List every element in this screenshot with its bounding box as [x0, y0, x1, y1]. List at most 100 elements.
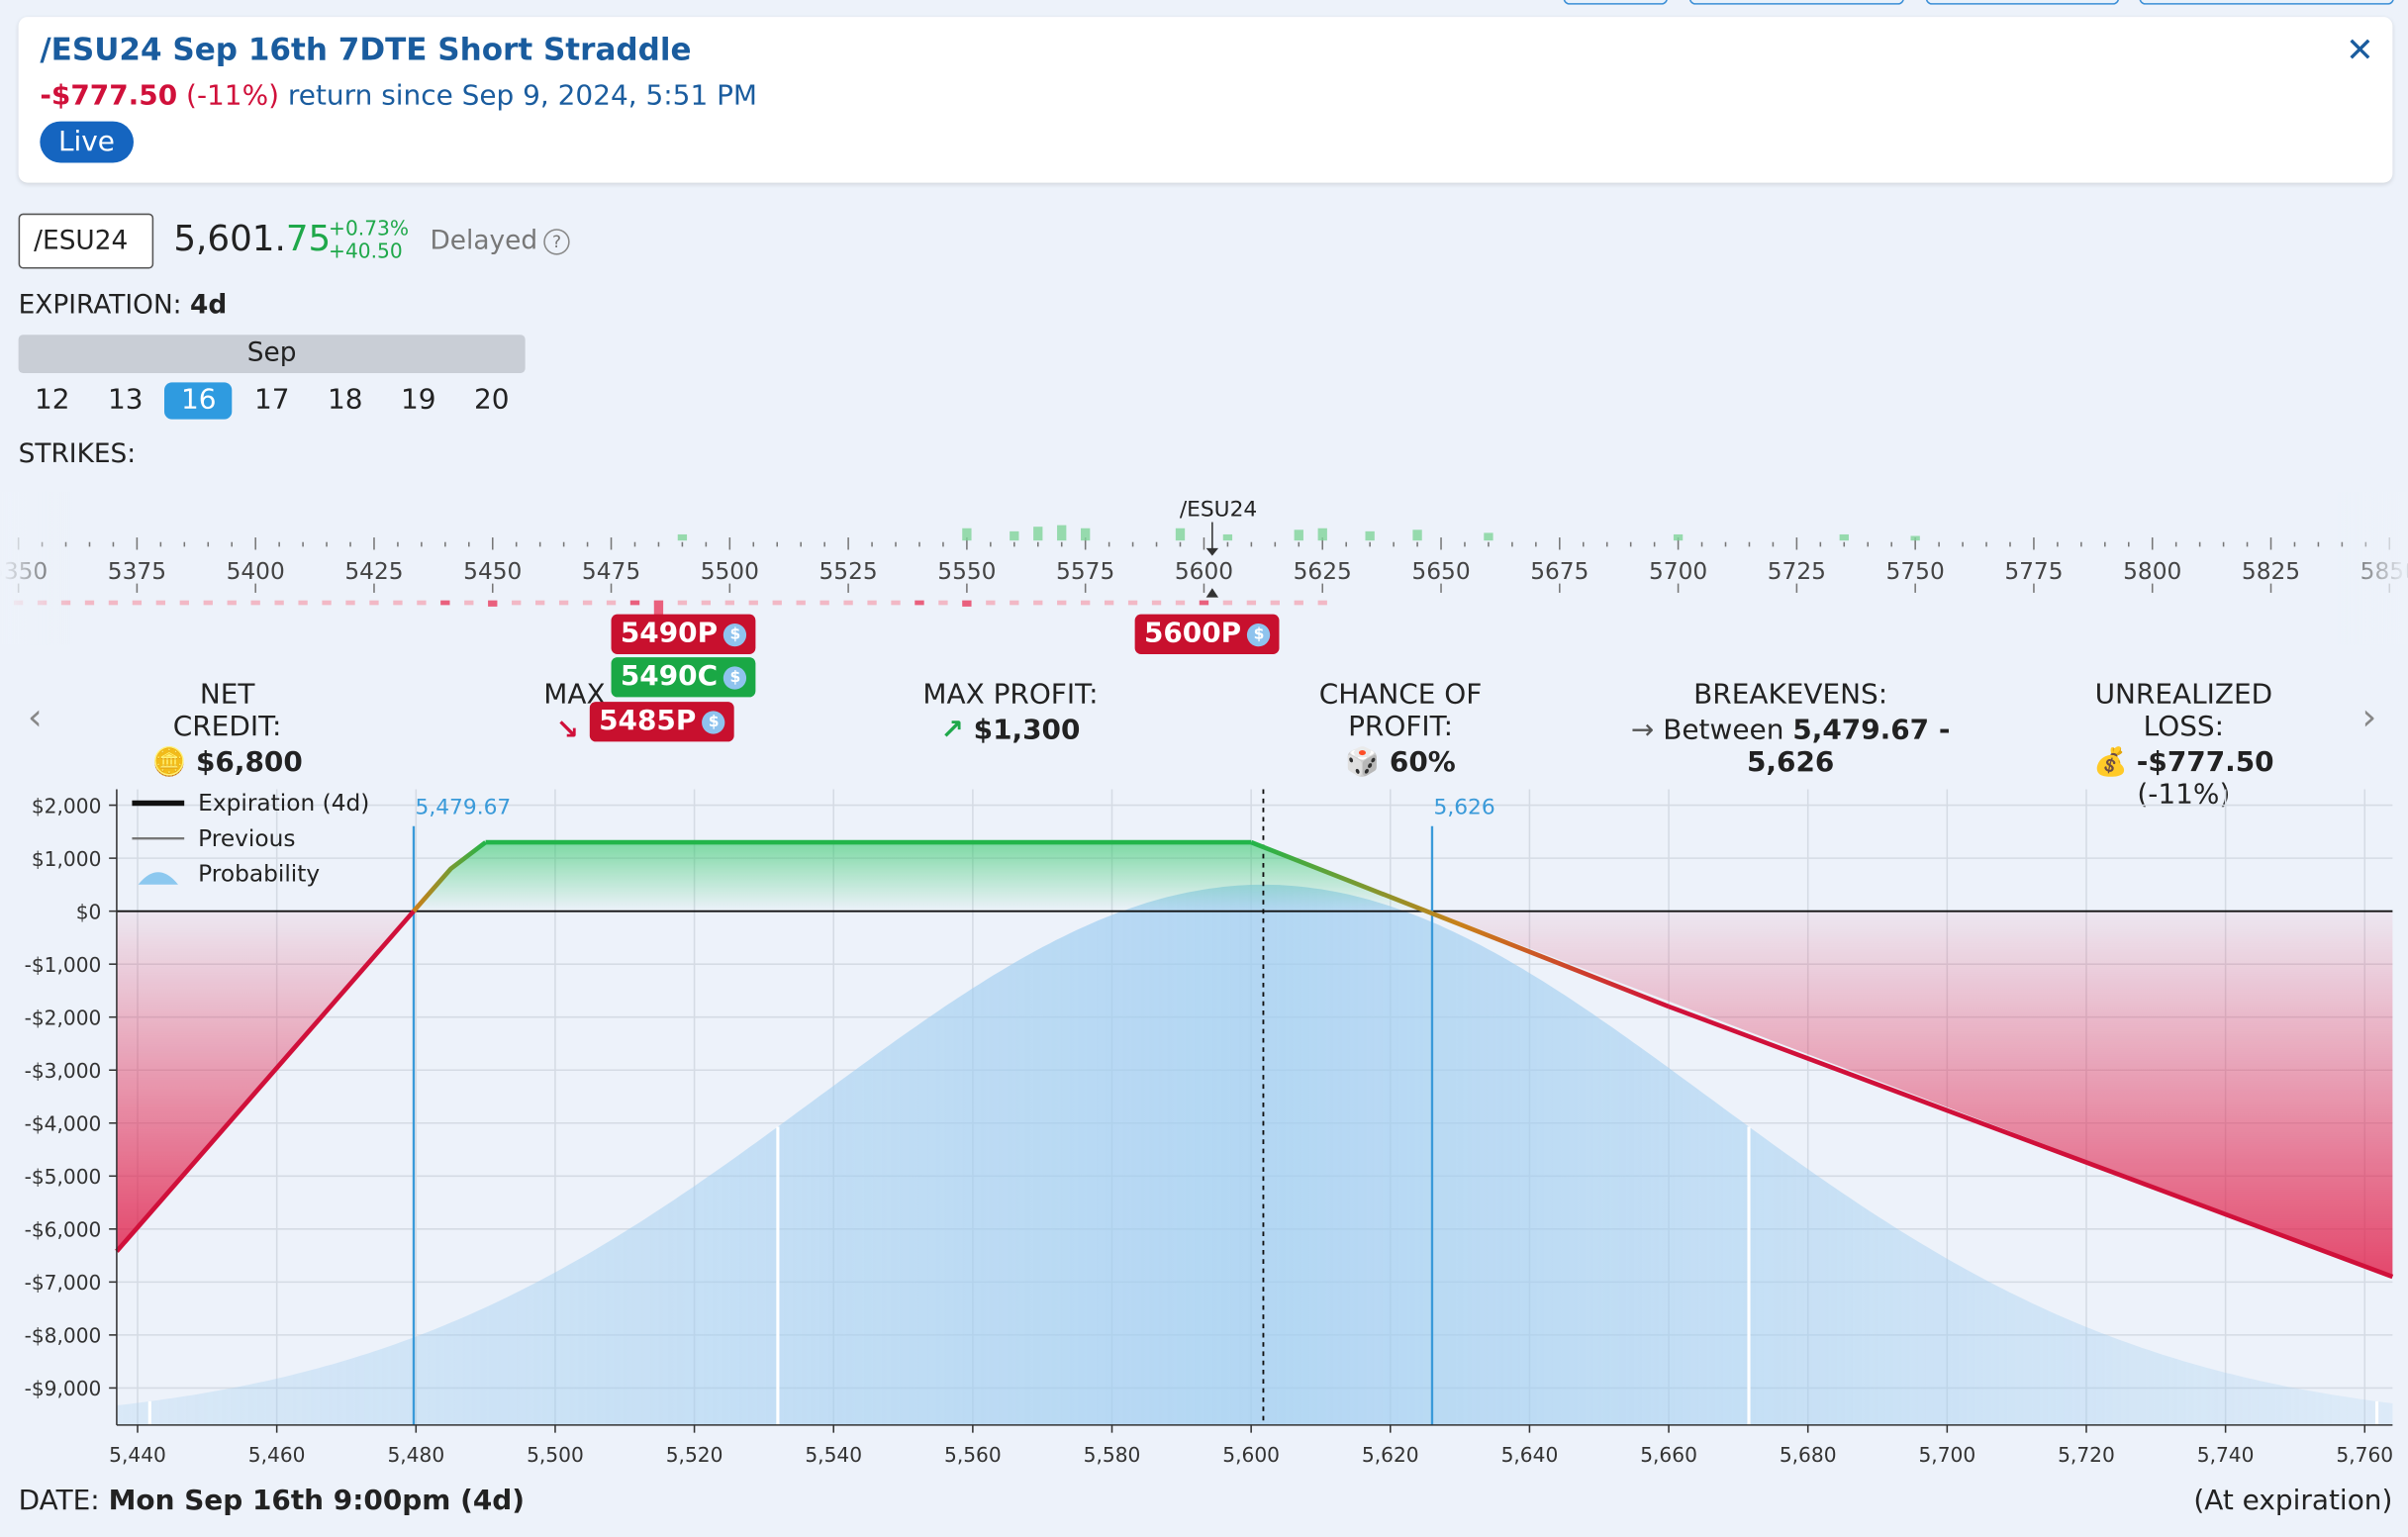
coin-icon: $: [1247, 623, 1271, 647]
x-tick-label: 5,760: [2336, 1443, 2393, 1467]
expiration-day-17[interactable]: 17: [239, 382, 306, 419]
x-tick-label: 5,480: [387, 1443, 444, 1467]
price-cents: 75: [285, 219, 332, 260]
position-header-card: /ESU24 Sep 16th 7DTE Short Straddle -$77…: [18, 17, 2393, 183]
x-tick-label: 5,500: [527, 1443, 584, 1467]
max-profit-stat: MAX PROFIT: ↗ $1,300: [921, 679, 1100, 746]
max-profit-value: $1,300: [973, 714, 1081, 747]
leg-5600p[interactable]: 5600P $: [1134, 614, 1280, 654]
chance-label: CHANCE OF PROFIT:: [1318, 678, 1483, 743]
x-tick-label: 5,660: [1640, 1443, 1697, 1467]
max-profit-label: MAX PROFIT:: [922, 678, 1099, 712]
leg-5490c[interactable]: 5490C $: [611, 657, 756, 698]
expiration-day-13[interactable]: 13: [92, 382, 159, 419]
legend-label: Previous: [198, 825, 295, 852]
chevron-left-icon[interactable]: ‹: [28, 696, 43, 738]
return-text: return since Sep 9, 2024, 5:51 PM: [287, 79, 758, 113]
net-credit-stat: NET CREDIT: 🪙 $6,800: [143, 679, 312, 779]
dice-icon: 🎲: [1345, 746, 1381, 779]
return-amount: -$777.50: [40, 79, 178, 113]
y-tick-label: -$9,000: [25, 1377, 102, 1400]
coins-icon: 🪙: [151, 746, 187, 779]
expiration-month: Sep: [18, 335, 526, 374]
return-percent: (-11%): [186, 79, 280, 113]
date-value: Mon Sep 16th 9:00pm (4d): [108, 1485, 526, 1517]
breakeven-label: 5,626: [1434, 795, 1495, 819]
price-change-points: +40.50: [329, 240, 403, 264]
symbol-input[interactable]: /ESU24: [18, 213, 154, 269]
x-tick-label: 5,440: [109, 1443, 166, 1467]
underlying-price: 5,601.75: [173, 220, 331, 259]
payoff-chart[interactable]: 5,479.67 5,626 5,440 5,460 5,480 5,500 5,520 5,…: [0, 783, 2408, 1489]
x-tick-label: 5,520: [666, 1443, 723, 1467]
expiration-label-text: EXPIRATION:: [18, 290, 182, 322]
close-icon[interactable]: ✕: [2346, 33, 2374, 71]
legend-label: Probability: [198, 861, 320, 888]
breakevens-stat: BREAKEVENS: → Between 5,479.67 - 5,626: [1597, 679, 1984, 779]
coin-icon: $: [723, 623, 747, 647]
x-tick-label: 5,580: [1084, 1443, 1141, 1467]
expiration-label: EXPIRATION: 4d: [19, 290, 228, 321]
live-badge[interactable]: Live: [40, 121, 134, 163]
expiration-day-20[interactable]: 20: [458, 382, 526, 419]
leg-label: 5490P: [620, 617, 719, 650]
top-button-1[interactable]: [1563, 0, 1669, 5]
y-tick-label: -$5,000: [25, 1165, 102, 1189]
price-change: +0.73% +40.50: [329, 218, 409, 264]
leg-5485p[interactable]: 5485P $: [589, 702, 735, 742]
top-button-2[interactable]: [1688, 0, 1904, 5]
net-credit-value: $6,800: [195, 746, 303, 779]
delayed-text: Delayed: [430, 226, 538, 257]
x-tick-label: 5,540: [805, 1443, 862, 1467]
x-tick-label: 5,460: [248, 1443, 306, 1467]
y-tick-label: -$8,000: [25, 1324, 102, 1348]
expiration-day-12[interactable]: 12: [19, 382, 86, 419]
arrow-right-icon: →: [1630, 714, 1655, 747]
chevron-right-icon[interactable]: ›: [2361, 696, 2376, 738]
unrealized-label: UNREALIZED LOSS:: [2094, 678, 2273, 743]
arrow-up-right-icon: ↗: [940, 714, 964, 747]
y-tick-label: -$1,000: [25, 953, 102, 977]
expiration-value: 4d: [189, 290, 228, 322]
x-tick-label: 5,560: [944, 1443, 1002, 1467]
y-tick-label: $1,000: [32, 847, 102, 871]
y-tick-label: -$4,000: [25, 1112, 102, 1136]
x-tick-label: 5,720: [2058, 1443, 2115, 1467]
x-tick-label: 5,740: [2197, 1443, 2255, 1467]
unrealized-value: -$777.50: [2136, 746, 2274, 779]
leg-label: 5490C: [620, 660, 719, 693]
y-tick-label: $0: [76, 900, 102, 923]
top-button-4[interactable]: [2139, 0, 2394, 5]
chance-value: 60%: [1389, 746, 1456, 779]
expiration-day-18[interactable]: 18: [312, 382, 379, 419]
position-title: /ESU24 Sep 16th 7DTE Short Straddle: [40, 31, 692, 68]
delayed-indicator: Delayed?: [430, 226, 570, 257]
x-tick-label: 5,700: [1918, 1443, 1975, 1467]
price-main: 5,601.: [173, 219, 286, 260]
breakeven-label: 5,479.67: [416, 795, 512, 819]
leg-label: 5485P: [599, 705, 697, 737]
y-tick-label: -$3,000: [25, 1059, 102, 1083]
expiration-day-16[interactable]: 16: [164, 382, 233, 420]
chance-of-profit-stat: CHANCE OF PROFIT: 🎲 60%: [1262, 679, 1538, 779]
date-control[interactable]: DATE: Mon Sep 16th 9:00pm (4d): [19, 1485, 525, 1517]
help-icon[interactable]: ?: [543, 229, 570, 255]
x-tick-label: 5,680: [1780, 1443, 1837, 1467]
breakevens-prefix: Between: [1663, 714, 1784, 747]
coin-icon: $: [702, 711, 725, 734]
strikes-label: STRIKES:: [18, 438, 137, 470]
x-tick-label: 5,600: [1222, 1443, 1280, 1467]
leg-5490p[interactable]: 5490P $: [611, 614, 756, 654]
coin-icon: $: [723, 666, 747, 690]
expiration-day-19[interactable]: 19: [385, 382, 452, 419]
y-tick-label: -$7,000: [25, 1271, 102, 1295]
x-tick-label: 5,640: [1501, 1443, 1559, 1467]
legend-label: Expiration (4d): [198, 790, 369, 817]
return-summary: -$777.50 (-11%) return since Sep 9, 2024…: [40, 80, 757, 113]
money-bag-icon: 💰: [2093, 746, 2128, 779]
net-credit-label: NET CREDIT:: [172, 678, 282, 743]
at-expiration-label: (At expiration): [2193, 1485, 2393, 1517]
top-button-3[interactable]: [1925, 0, 2120, 5]
legend-swatch-probability: [138, 872, 178, 885]
breakevens-label: BREAKEVENS:: [1693, 678, 1888, 712]
